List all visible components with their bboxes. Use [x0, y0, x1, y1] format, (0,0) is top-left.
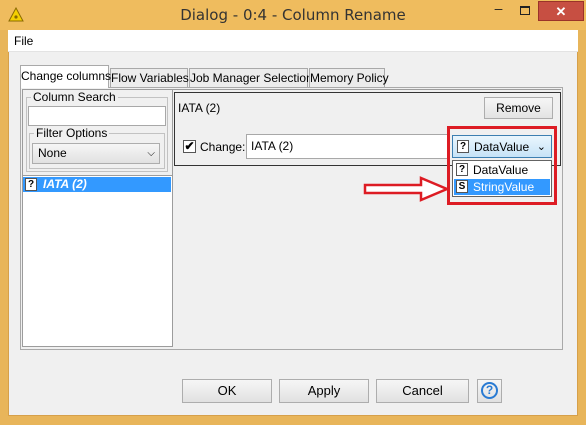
highlight-rectangle: [447, 126, 557, 205]
tab-job-manager-selection[interactable]: Job Manager Selection: [189, 68, 313, 87]
new-name-input[interactable]: IATA (2): [246, 134, 448, 159]
divider: [23, 175, 172, 176]
menu-bar: [8, 30, 578, 52]
ok-button[interactable]: OK: [182, 379, 272, 403]
apply-button[interactable]: Apply: [279, 379, 369, 403]
arrow-right-icon: [363, 176, 449, 202]
remove-button[interactable]: Remove: [484, 97, 553, 119]
maximize-button[interactable]: [512, 1, 538, 21]
filter-options-label: Filter Options: [34, 126, 110, 140]
change-checkbox[interactable]: ✔: [183, 140, 196, 153]
tab-flow-variables[interactable]: Flow Variables: [110, 68, 189, 87]
chevron-down-icon: ⌵: [147, 148, 155, 159]
change-label: Change:: [200, 140, 246, 154]
cancel-button[interactable]: Cancel: [376, 379, 469, 403]
close-button[interactable]: ✕: [538, 1, 584, 21]
entry-column-title: IATA (2): [178, 101, 221, 115]
minimize-button[interactable]: –: [485, 1, 512, 21]
column-name: IATA (2): [43, 177, 87, 191]
maximize-icon: [520, 6, 530, 15]
column-search-input[interactable]: [28, 106, 166, 126]
help-circle-icon: ?: [481, 382, 498, 399]
filter-options-value: None: [38, 146, 67, 160]
help-button[interactable]: ?: [477, 379, 502, 403]
unknown-type-icon: ?: [25, 178, 37, 191]
column-search-label: Column Search: [31, 90, 118, 104]
filter-options-select[interactable]: None ⌵: [32, 143, 160, 164]
menu-file[interactable]: File: [14, 34, 33, 48]
column-list-item[interactable]: ? IATA (2): [23, 177, 171, 192]
tab-change-columns[interactable]: Change columns: [20, 65, 111, 88]
tab-memory-policy[interactable]: Memory Policy: [309, 68, 389, 87]
